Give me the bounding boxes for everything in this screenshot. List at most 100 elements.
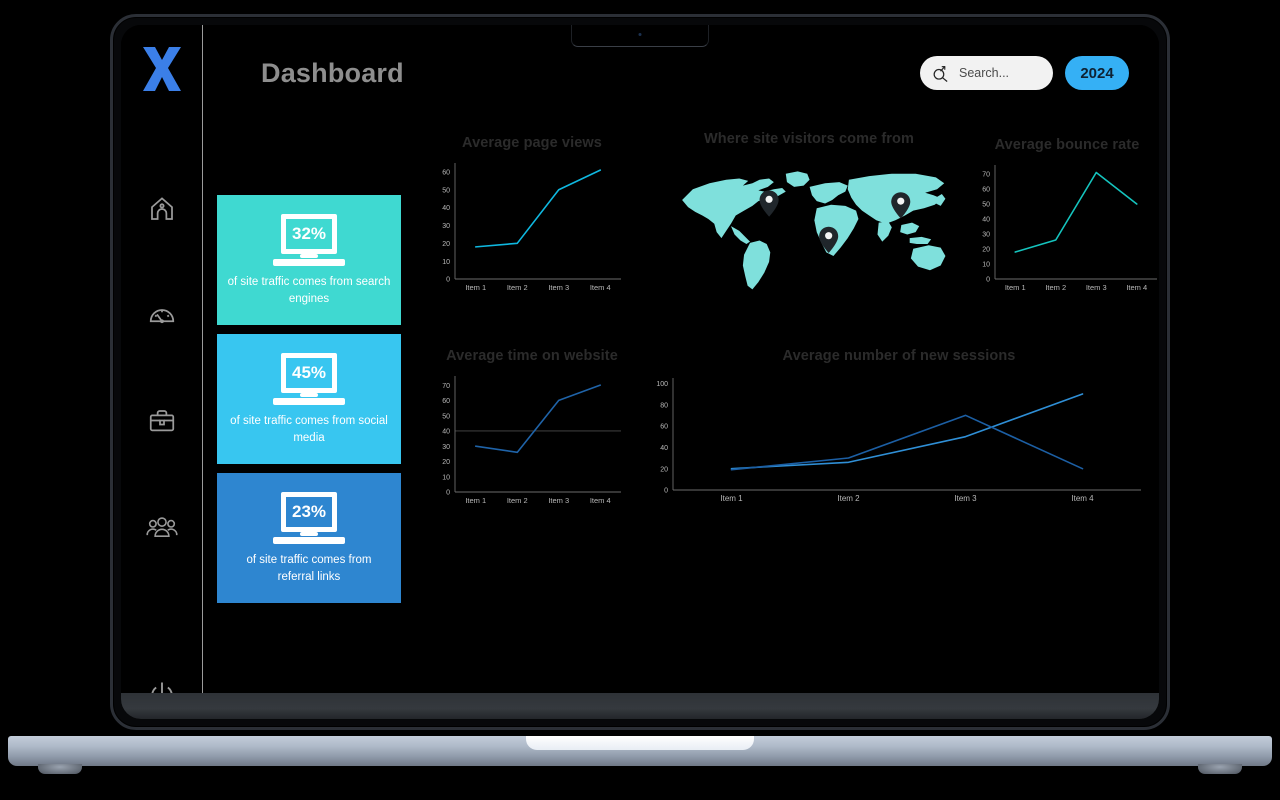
main-area: Dashboard Search... 2024 32% of site tra… bbox=[203, 25, 1159, 719]
stat-caption: of site traffic comes from referral link… bbox=[246, 553, 372, 583]
search-icon bbox=[933, 65, 948, 82]
svg-text:10: 10 bbox=[442, 259, 450, 266]
sidebar-item-business[interactable] bbox=[140, 399, 184, 443]
chart-panel-bounce-rate: Average bounce rate 0 10 20 30 40 50 60 70 Item … bbox=[967, 137, 1159, 306]
svg-text:50: 50 bbox=[982, 202, 990, 209]
svg-text:60: 60 bbox=[442, 170, 450, 177]
svg-text:10: 10 bbox=[982, 262, 990, 269]
svg-text:20: 20 bbox=[660, 466, 668, 473]
sidebar-nav bbox=[140, 187, 184, 717]
svg-text:70: 70 bbox=[442, 383, 450, 390]
svg-text:Item 3: Item 3 bbox=[954, 494, 977, 503]
svg-text:Item 1: Item 1 bbox=[720, 494, 743, 503]
laptop-base bbox=[8, 736, 1272, 774]
stat-caption: of site traffic comes from social media bbox=[230, 414, 388, 444]
svg-text:Item 1: Item 1 bbox=[1005, 283, 1026, 292]
svg-text:40: 40 bbox=[660, 445, 668, 452]
chart-title: Average number of new sessions bbox=[782, 348, 1016, 364]
stat-percent: 45% bbox=[291, 363, 327, 383]
chart-title: Average time on website bbox=[446, 348, 618, 364]
screenshot-root: Dashboard Search... 2024 32% of site tra… bbox=[0, 0, 1280, 800]
dashboard-app: Dashboard Search... 2024 32% of site tra… bbox=[121, 25, 1159, 719]
app-logo[interactable] bbox=[134, 39, 190, 99]
svg-text:100: 100 bbox=[656, 381, 668, 388]
svg-text:Item 3: Item 3 bbox=[1086, 283, 1107, 292]
svg-text:0: 0 bbox=[986, 277, 990, 284]
svg-text:0: 0 bbox=[446, 490, 450, 497]
svg-text:20: 20 bbox=[442, 459, 450, 466]
webcam-icon bbox=[638, 33, 642, 36]
svg-text:Item 4: Item 4 bbox=[590, 283, 611, 292]
search-input[interactable]: Search... bbox=[920, 56, 1053, 90]
map-pin-north-america bbox=[759, 190, 779, 217]
svg-text:Item 2: Item 2 bbox=[507, 496, 528, 505]
svg-text:0: 0 bbox=[664, 488, 668, 495]
svg-text:40: 40 bbox=[442, 205, 450, 212]
laptop-icon: 23% bbox=[273, 491, 345, 544]
laptop-screen-bezel: Dashboard Search... 2024 32% of site tra… bbox=[121, 25, 1159, 719]
svg-text:Item 2: Item 2 bbox=[837, 494, 860, 503]
year-filter-button[interactable]: 2024 bbox=[1065, 56, 1129, 90]
sidebar-item-performance[interactable] bbox=[140, 293, 184, 337]
chart-time-on-website[interactable]: 0 10 20 30 40 50 60 70 Item 1 Item 2 Item 3 Item 4 bbox=[427, 364, 627, 514]
stat-percent: 32% bbox=[291, 224, 327, 244]
webcam-notch bbox=[571, 25, 709, 47]
people-icon bbox=[145, 517, 178, 538]
svg-text:Item 3: Item 3 bbox=[548, 283, 569, 292]
svg-text:20: 20 bbox=[982, 247, 990, 254]
chart-bounce-rate[interactable]: 0 10 20 30 40 50 60 70 Item 1 Item 2 Item 3 Item 4 bbox=[967, 153, 1159, 301]
laptop-lid: Dashboard Search... 2024 32% of site tra… bbox=[110, 14, 1170, 730]
svg-text:70: 70 bbox=[982, 172, 990, 179]
svg-text:60: 60 bbox=[660, 424, 668, 431]
svg-text:50: 50 bbox=[442, 413, 450, 420]
dashboard-content: 32% of site traffic comes from search en… bbox=[203, 121, 1159, 719]
laptop-foot-right bbox=[1198, 764, 1242, 774]
chart-panel-visitor-map: Where site visitors come from bbox=[669, 131, 958, 302]
chart-title: Where site visitors come from bbox=[704, 131, 914, 147]
sidebar-item-home[interactable] bbox=[140, 187, 184, 231]
laptop-foot-left bbox=[38, 764, 82, 774]
svg-text:Item 4: Item 4 bbox=[1071, 494, 1094, 503]
svg-text:Item 3: Item 3 bbox=[548, 496, 569, 505]
laptop-base-notch bbox=[526, 736, 754, 750]
topbar-actions: Search... 2024 bbox=[920, 56, 1129, 90]
chart-page-views[interactable]: 0 10 20 30 40 50 60 Item 1 Item 2 Item 3 Item 4 bbox=[427, 151, 627, 301]
svg-text:60: 60 bbox=[442, 398, 450, 405]
chart-panel-page-views: Average page views 0 10 20 30 40 50 60 Item 1 It… bbox=[427, 135, 637, 306]
speedometer-icon bbox=[149, 309, 174, 324]
charts-area: Average page views 0 10 20 30 40 50 60 Item 1 It… bbox=[419, 131, 1157, 719]
chart-title: Average bounce rate bbox=[994, 137, 1140, 153]
chart-panel-new-sessions: Average number of new sessions 0 20 40 60 80… bbox=[639, 348, 1159, 519]
stat-card-social-media[interactable]: 45% of site traffic comes from social me… bbox=[217, 334, 401, 464]
svg-text:Item 1: Item 1 bbox=[465, 496, 486, 505]
svg-text:20: 20 bbox=[442, 241, 450, 248]
laptop-icon: 45% bbox=[273, 352, 345, 405]
svg-text:30: 30 bbox=[442, 444, 450, 451]
svg-text:40: 40 bbox=[442, 429, 450, 436]
sidebar bbox=[121, 25, 203, 719]
svg-text:Item 4: Item 4 bbox=[590, 496, 611, 505]
world-map[interactable] bbox=[669, 147, 958, 297]
svg-text:Item 2: Item 2 bbox=[1045, 283, 1066, 292]
svg-text:80: 80 bbox=[660, 402, 668, 409]
chart-panel-time-on-website: Average time on website 0 10 20 30 40 50 60 70 I… bbox=[427, 348, 637, 519]
home-icon bbox=[150, 197, 173, 220]
svg-text:30: 30 bbox=[442, 223, 450, 230]
svg-text:Item 2: Item 2 bbox=[507, 283, 528, 292]
svg-text:50: 50 bbox=[442, 187, 450, 194]
screen-content: Dashboard Search... 2024 32% of site tra… bbox=[121, 25, 1159, 719]
chart-title: Average page views bbox=[462, 135, 602, 151]
stat-card-search-engines[interactable]: 32% of site traffic comes from search en… bbox=[217, 195, 401, 325]
svg-text:30: 30 bbox=[982, 232, 990, 239]
stat-caption: of site traffic comes from search engine… bbox=[227, 275, 391, 305]
chart-new-sessions[interactable]: 0 20 40 60 80 100 Item 1 Item 2 Item 3 Item 4 bbox=[639, 364, 1151, 514]
svg-text:Item 4: Item 4 bbox=[1126, 283, 1147, 292]
stat-card-referral-links[interactable]: 23% of site traffic comes from referral … bbox=[217, 473, 401, 603]
page-title: Dashboard bbox=[261, 57, 404, 88]
laptop-icon: 32% bbox=[273, 213, 345, 266]
search-placeholder: Search... bbox=[959, 66, 1010, 80]
svg-text:10: 10 bbox=[442, 474, 450, 481]
sidebar-item-users[interactable] bbox=[140, 505, 184, 549]
svg-text:0: 0 bbox=[446, 277, 450, 284]
svg-text:60: 60 bbox=[982, 187, 990, 194]
